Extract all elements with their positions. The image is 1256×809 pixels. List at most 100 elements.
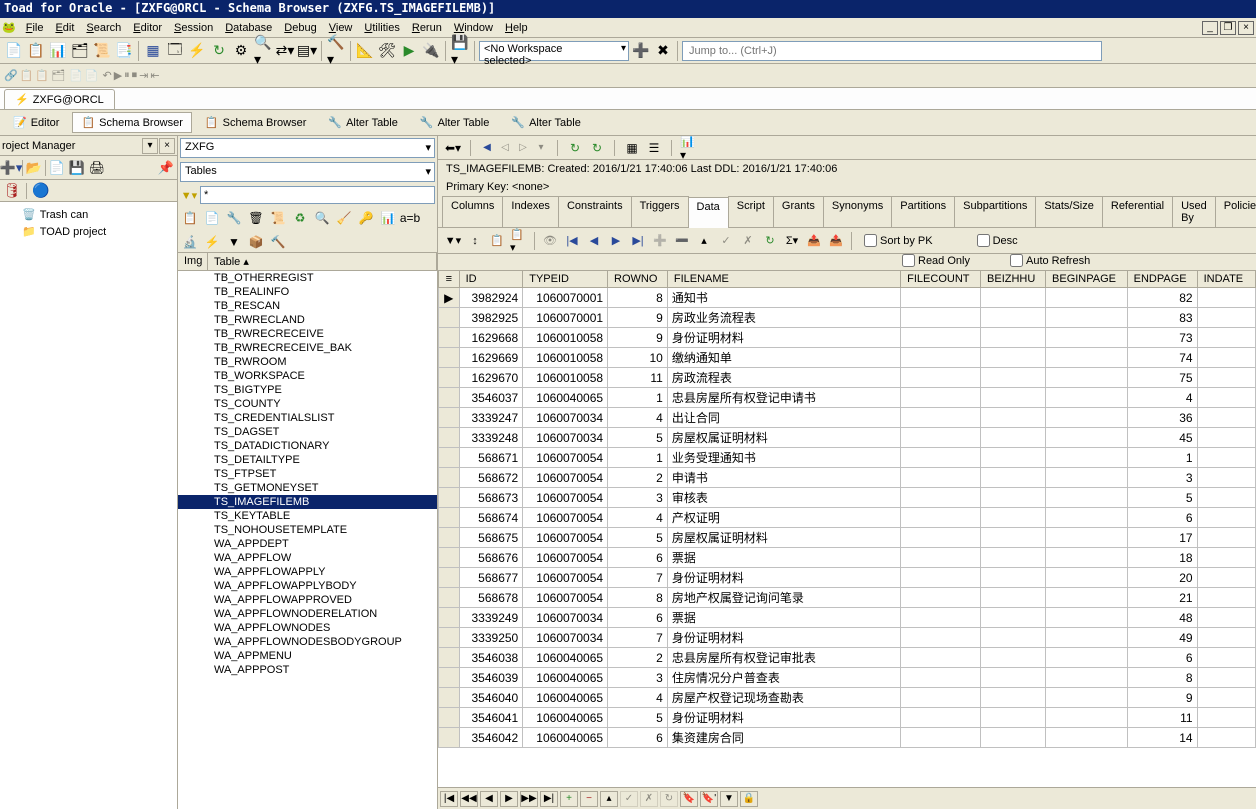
tb2-7[interactable]: ↶ bbox=[102, 69, 111, 82]
dtb-sort[interactable]: ↕ bbox=[466, 232, 484, 250]
gn-first[interactable]: |◀ bbox=[440, 791, 458, 807]
row-marker[interactable] bbox=[439, 428, 460, 448]
table-row[interactable]: WA_APPMENU bbox=[178, 649, 437, 663]
tb2-3[interactable]: 📋 bbox=[35, 69, 49, 82]
cell-filename[interactable]: 产权证明 bbox=[667, 508, 900, 528]
cell-indate[interactable] bbox=[1197, 608, 1255, 628]
data-row[interactable]: 56867210600700542申请书3 bbox=[439, 468, 1256, 488]
commit-button[interactable]: 💾▾ bbox=[450, 41, 470, 61]
data-row[interactable]: 333924810600700345房屋权属证明材料45 bbox=[439, 428, 1256, 448]
table-row[interactable]: TB_OTHERREGIST bbox=[178, 271, 437, 285]
cell-beizhhu[interactable] bbox=[981, 588, 1046, 608]
cell-filename[interactable]: 房屋权属证明材料 bbox=[667, 528, 900, 548]
grid-col-id[interactable]: ID bbox=[459, 271, 523, 288]
cell-indate[interactable] bbox=[1197, 708, 1255, 728]
cell-typeid[interactable]: 1060070054 bbox=[523, 468, 608, 488]
cell-indate[interactable] bbox=[1197, 408, 1255, 428]
grid-col-filename[interactable]: FILENAME bbox=[667, 271, 900, 288]
connection-tab[interactable]: ⚡ ZXFG@ORCL bbox=[4, 89, 115, 109]
minimize-button[interactable]: _ bbox=[1202, 21, 1218, 35]
pm-new-button[interactable]: 📄 bbox=[48, 159, 66, 177]
grid-col-indate[interactable]: INDATE bbox=[1197, 271, 1255, 288]
dtb-filter[interactable]: ▼▾ bbox=[444, 232, 462, 250]
doc-tab-schema-browser[interactable]: 📋Schema Browser bbox=[72, 112, 191, 133]
cell-beginpage[interactable] bbox=[1046, 488, 1128, 508]
cell-endpage[interactable]: 75 bbox=[1127, 368, 1197, 388]
table-row[interactable]: TB_RWRECLAND bbox=[178, 313, 437, 327]
row-marker[interactable] bbox=[439, 608, 460, 628]
doc-tab-schema-browser[interactable]: 📋Schema Browser bbox=[196, 112, 315, 133]
table-row[interactable]: WA_APPFLOWNODES bbox=[178, 621, 437, 635]
table-row[interactable]: TS_COUNTY bbox=[178, 397, 437, 411]
row-marker[interactable] bbox=[439, 548, 460, 568]
cell-beginpage[interactable] bbox=[1046, 628, 1128, 648]
cell-filename[interactable]: 房地产权属登记询问笔录 bbox=[667, 588, 900, 608]
cell-beizhhu[interactable] bbox=[981, 348, 1046, 368]
col-table[interactable]: Table ▴ bbox=[208, 253, 437, 270]
gn-refresh[interactable]: ↻ bbox=[660, 791, 678, 807]
debug-button[interactable]: 🔌 bbox=[421, 41, 441, 61]
data-row[interactable]: 56867610600700546票据18 bbox=[439, 548, 1256, 568]
dtb-insert[interactable]: ➕ bbox=[651, 232, 669, 250]
cell-id[interactable]: 3982924 bbox=[459, 288, 523, 308]
cell-typeid[interactable]: 1060070054 bbox=[523, 528, 608, 548]
data-row[interactable]: 333924710600700344出让合同36 bbox=[439, 408, 1256, 428]
pm-save-button[interactable]: 💾 bbox=[68, 159, 86, 177]
detail-tab-policies[interactable]: Policies bbox=[1215, 196, 1256, 227]
cell-id[interactable]: 568672 bbox=[459, 468, 523, 488]
cell-typeid[interactable]: 1060070034 bbox=[523, 628, 608, 648]
table-row[interactable]: TB_RESCAN bbox=[178, 299, 437, 313]
cell-indate[interactable] bbox=[1197, 528, 1255, 548]
cell-beginpage[interactable] bbox=[1046, 608, 1128, 628]
cell-endpage[interactable]: 20 bbox=[1127, 568, 1197, 588]
cell-id[interactable]: 568678 bbox=[459, 588, 523, 608]
dtb-export2[interactable]: 📤 bbox=[827, 232, 845, 250]
tb2-5[interactable]: 📄 bbox=[69, 69, 83, 82]
cell-filename[interactable]: 身份证明材料 bbox=[667, 328, 900, 348]
row-marker[interactable] bbox=[439, 468, 460, 488]
detail-tab-constraints[interactable]: Constraints bbox=[558, 196, 632, 227]
sort-by-pk-checkbox[interactable]: Sort by PK bbox=[864, 234, 933, 247]
gn-cancel[interactable]: ✗ bbox=[640, 791, 658, 807]
st2-2[interactable]: ⚡ bbox=[202, 232, 222, 252]
tb2-11[interactable]: ⇥ bbox=[139, 69, 148, 82]
st-10[interactable]: 📊 bbox=[378, 208, 398, 228]
row-marker[interactable] bbox=[439, 628, 460, 648]
cell-indate[interactable] bbox=[1197, 568, 1255, 588]
st-9[interactable]: 🔑 bbox=[356, 208, 376, 228]
pm-filter-button[interactable]: 🔵 bbox=[31, 181, 51, 201]
table-row[interactable]: WA_APPPOST bbox=[178, 663, 437, 677]
cell-indate[interactable] bbox=[1197, 548, 1255, 568]
cell-filecount[interactable] bbox=[901, 388, 981, 408]
detail-tab-indexes[interactable]: Indexes bbox=[502, 196, 559, 227]
table-row[interactable]: WA_APPFLOW bbox=[178, 551, 437, 565]
st-3[interactable]: 🔧 bbox=[224, 208, 244, 228]
nav-last[interactable]: ▾ bbox=[533, 140, 549, 156]
grid-col-beginpage[interactable]: BEGINPAGE bbox=[1046, 271, 1128, 288]
detail-tab-triggers[interactable]: Triggers bbox=[631, 196, 689, 227]
cell-endpage[interactable]: 6 bbox=[1127, 508, 1197, 528]
trace-button[interactable]: 📑 bbox=[114, 41, 134, 61]
row-marker[interactable] bbox=[439, 308, 460, 328]
cell-typeid[interactable]: 1060070054 bbox=[523, 568, 608, 588]
compare-button[interactable]: ⇄▾ bbox=[275, 41, 295, 61]
dtb-export1[interactable]: 📤 bbox=[805, 232, 823, 250]
cell-filename[interactable]: 票据 bbox=[667, 548, 900, 568]
cell-beginpage[interactable] bbox=[1046, 728, 1128, 748]
cell-typeid[interactable]: 1060070034 bbox=[523, 408, 608, 428]
cell-beizhhu[interactable] bbox=[981, 508, 1046, 528]
dtb-edit[interactable]: ▴ bbox=[695, 232, 713, 250]
nav-prev[interactable]: ◁ bbox=[497, 140, 513, 156]
nav-first[interactable]: ◀ bbox=[479, 140, 495, 156]
cell-typeid[interactable]: 1060040065 bbox=[523, 688, 608, 708]
cell-endpage[interactable]: 74 bbox=[1127, 348, 1197, 368]
cell-indate[interactable] bbox=[1197, 508, 1255, 528]
detail-tab-synonyms[interactable]: Synonyms bbox=[823, 196, 892, 227]
data-row[interactable]: 56867110600700541业务受理通知书1 bbox=[439, 448, 1256, 468]
row-marker[interactable] bbox=[439, 448, 460, 468]
grid-button[interactable]: ▤▾ bbox=[297, 41, 317, 61]
cell-id[interactable]: 3982925 bbox=[459, 308, 523, 328]
grid-col-filecount[interactable]: FILECOUNT bbox=[901, 271, 981, 288]
cell-filename[interactable]: 出让合同 bbox=[667, 408, 900, 428]
menu-editor[interactable]: Editor bbox=[127, 20, 168, 36]
